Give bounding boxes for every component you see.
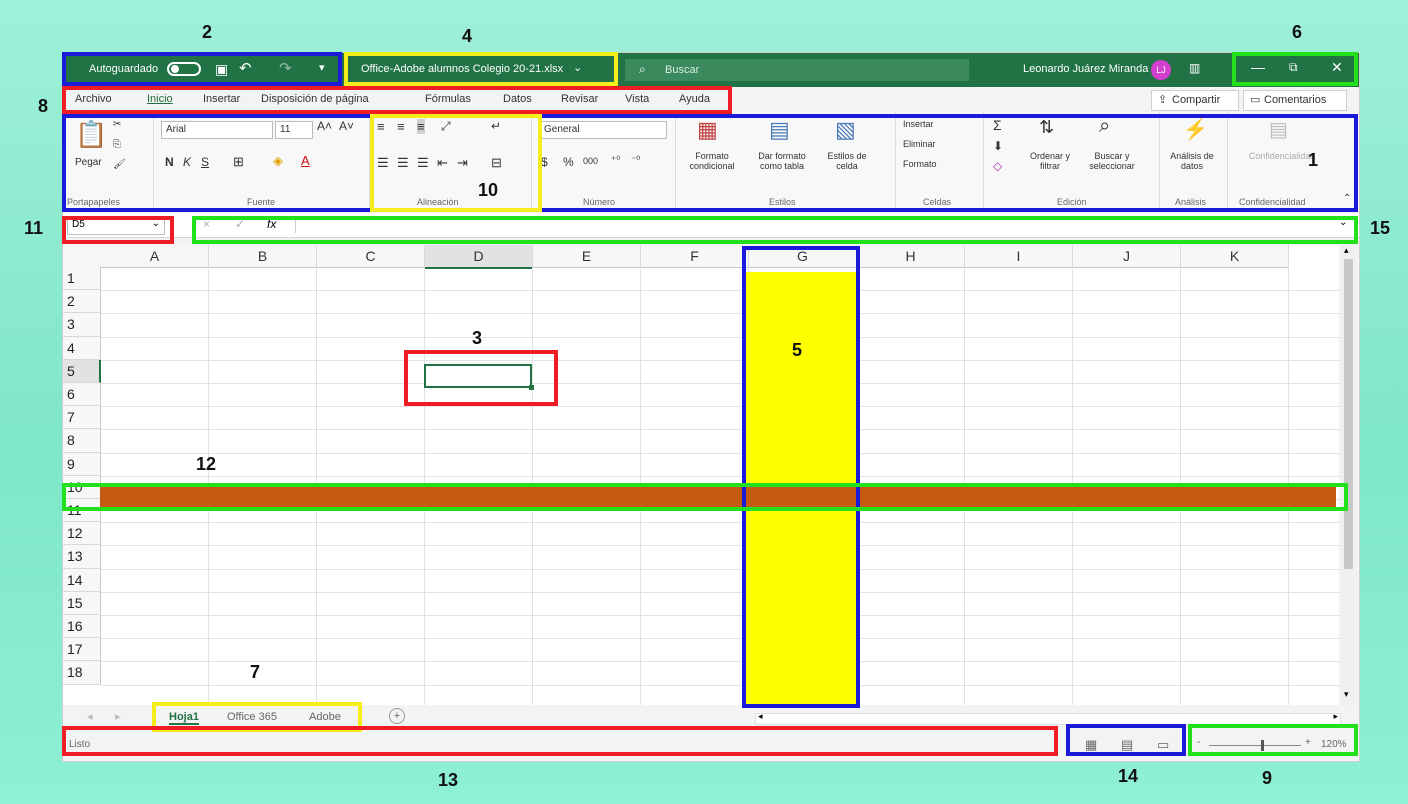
scroll-thumb[interactable]: [1344, 259, 1353, 569]
column-header-e[interactable]: E: [533, 245, 641, 268]
select-all-corner[interactable]: [63, 245, 102, 268]
callout-number-1: 1: [1308, 150, 1319, 170]
row-header-1[interactable]: 1: [63, 267, 101, 291]
row-header-5[interactable]: 5: [63, 359, 101, 383]
row-gridline: [101, 267, 1339, 292]
row-gridline: [101, 522, 1339, 547]
callout-number-14: 14: [1118, 766, 1139, 786]
callout-box-4: [344, 52, 618, 86]
row-header-12[interactable]: 12: [63, 522, 101, 546]
search-box[interactable]: ⌕ Buscar: [625, 59, 969, 81]
row-gridline: [101, 592, 1339, 616]
callout-number-7: 7: [250, 662, 261, 682]
share-button[interactable]: ⇪ Compartir: [1151, 90, 1239, 111]
callout-box-3: [404, 350, 558, 406]
row-header-15[interactable]: 15: [63, 591, 101, 615]
ribbon-display-icon[interactable]: ▥: [1189, 61, 1200, 75]
row-header-8[interactable]: 8: [63, 429, 101, 453]
scroll-up-icon[interactable]: ▴: [1344, 245, 1349, 256]
add-sheet-button[interactable]: +: [389, 708, 405, 724]
callout-box-2: [62, 52, 342, 86]
column-header-a[interactable]: A: [101, 245, 209, 268]
row-header-18[interactable]: 18: [63, 661, 101, 685]
callout-number-11: 11: [24, 218, 44, 238]
callout-number-9: 9: [1262, 768, 1273, 788]
callout-number-13: 13: [438, 770, 459, 790]
callout-number-6: 6: [1292, 22, 1303, 42]
search-placeholder: Buscar: [665, 64, 700, 76]
share-label: Compartir: [1172, 94, 1221, 106]
next-sheet-icon[interactable]: ▸: [115, 710, 121, 723]
scroll-right-icon[interactable]: ▸: [1333, 711, 1338, 722]
row-header-6[interactable]: 6: [63, 383, 101, 407]
row-gridline: [101, 569, 1339, 593]
row-header-9[interactable]: 9: [63, 452, 101, 476]
row-header-17[interactable]: 17: [63, 638, 101, 662]
column-header-i[interactable]: I: [965, 245, 1073, 268]
callout-box-12: [62, 483, 1348, 511]
callout-box-10: [370, 114, 542, 212]
row-header-16[interactable]: 16: [63, 615, 101, 639]
row-gridline: [101, 638, 1339, 663]
row-header-7[interactable]: 7: [63, 406, 101, 430]
callout-box-5: [742, 246, 860, 708]
row-gridline: [101, 337, 1339, 361]
callout-box-1: [62, 114, 1358, 212]
column-header-c[interactable]: C: [317, 245, 425, 268]
user-name: Leonardo Juárez Miranda: [1023, 63, 1149, 75]
comments-label: Comentarios: [1264, 94, 1327, 106]
callout-number-3: 3: [472, 328, 483, 348]
row-header-3[interactable]: 3: [63, 313, 101, 337]
column-header-h[interactable]: H: [857, 245, 965, 268]
row-gridline: [101, 453, 1339, 477]
callout-box-13: [62, 726, 1058, 756]
callout-box-8: [62, 86, 732, 114]
column-header-k[interactable]: K: [1181, 245, 1289, 268]
callout-box-9: [1188, 724, 1358, 756]
row-gridline: [101, 615, 1339, 640]
callout-number-12: 12: [196, 454, 217, 474]
row-gridline: [101, 290, 1339, 315]
row-gridline: [101, 313, 1339, 338]
comments-button[interactable]: ▭ Comentarios: [1243, 90, 1347, 111]
vertical-scrollbar[interactable]: ▴ ▾: [1341, 245, 1357, 705]
scroll-down-icon[interactable]: ▾: [1344, 689, 1349, 700]
share-icon: ⇪: [1158, 94, 1168, 106]
callout-number-5: 5: [792, 340, 803, 360]
callout-number-15: 15: [1370, 218, 1391, 238]
row-header-2[interactable]: 2: [63, 290, 101, 314]
row-gridline: [101, 429, 1339, 454]
row-header-4[interactable]: 4: [63, 336, 101, 360]
callout-box-14: [1066, 724, 1186, 756]
callout-box-15: [192, 216, 1358, 244]
row-header-14[interactable]: 14: [63, 568, 101, 592]
row-gridline: [101, 661, 1339, 686]
row-gridline: [101, 545, 1339, 570]
column-header-j[interactable]: J: [1073, 245, 1181, 268]
prev-sheet-icon[interactable]: ◂: [87, 710, 93, 723]
comment-icon: ▭: [1250, 94, 1261, 106]
avatar[interactable]: LJ: [1151, 60, 1171, 80]
callout-box-11: [62, 216, 174, 244]
column-header-f[interactable]: F: [641, 245, 749, 268]
row-header-13[interactable]: 13: [63, 545, 101, 569]
callout-number-8: 8: [38, 96, 49, 116]
callout-number-2: 2: [202, 22, 213, 42]
row-gridline: [101, 383, 1339, 408]
callout-number-4: 4: [462, 26, 473, 46]
callout-number-10: 10: [478, 180, 499, 200]
column-header-d[interactable]: D: [425, 245, 533, 269]
callout-box-6: [1232, 52, 1358, 86]
row-gridline: [101, 360, 1339, 384]
search-icon: ⌕: [639, 62, 646, 76]
scroll-left-icon[interactable]: ◂: [758, 711, 763, 722]
row-gridline: [101, 406, 1339, 431]
column-header-b[interactable]: B: [209, 245, 317, 268]
